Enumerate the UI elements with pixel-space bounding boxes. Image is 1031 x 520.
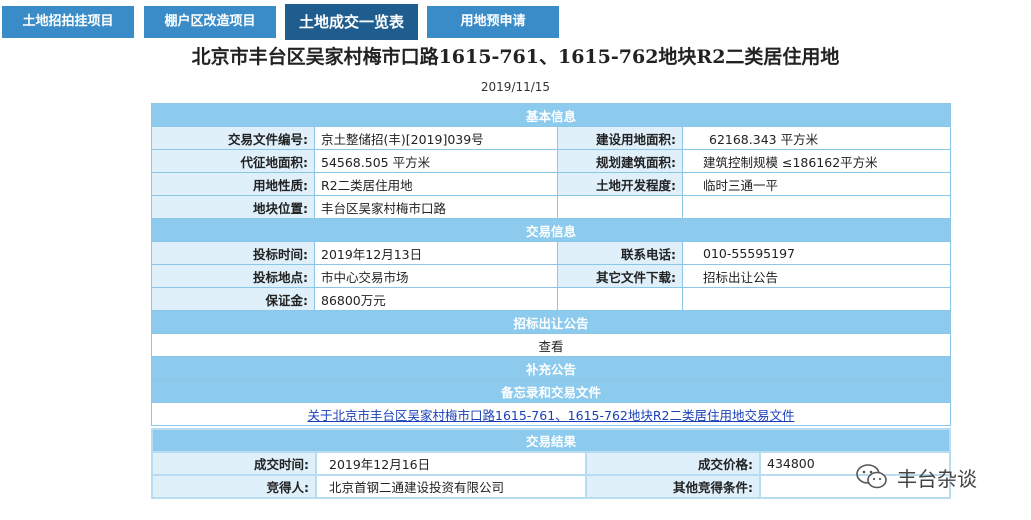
deposit-label: 保证金: xyxy=(151,287,315,311)
location-label: 地块位置: xyxy=(151,195,315,219)
section-memo-header: 备忘录和交易文件 xyxy=(151,379,951,403)
phone-label: 联系电话: xyxy=(557,241,683,265)
requisition-value: 54568.505 平方米 xyxy=(314,149,558,173)
winner-value: 北京首钢二通建设投资有限公司 xyxy=(315,474,587,499)
winner-label: 竞得人: xyxy=(151,474,317,499)
requisition-label: 代征地面积: xyxy=(151,149,315,173)
land-nature-label: 用地性质: xyxy=(151,172,315,196)
section-notice-header: 招标出让公告 xyxy=(151,310,951,334)
tab-land-deals[interactable]: 土地成交一览表 xyxy=(285,4,418,40)
download-link[interactable]: 招标出让公告 xyxy=(682,264,951,288)
tab-land-auction[interactable]: 土地招拍挂项目 xyxy=(2,6,134,38)
publish-date: 2019/11/15 xyxy=(480,80,551,94)
result-table: 交易结果 成交时间: 2019年12月16日 成交价格: 434800 竞得人:… xyxy=(151,428,951,499)
empty-cell xyxy=(682,287,951,311)
deal-price-label: 成交价格: xyxy=(585,451,761,476)
download-label: 其它文件下载: xyxy=(557,264,683,288)
doc-no-label: 交易文件编号: xyxy=(151,126,315,150)
land-nature-value: R2二类居住用地 xyxy=(314,172,558,196)
build-area-value: 62168.343 平方米 xyxy=(682,126,951,150)
dev-level-label: 土地开发程度: xyxy=(557,172,683,196)
memo-document-link[interactable]: 关于北京市丰台区吴家村梅市口路1615-761、1615-762地块R2二类居住… xyxy=(307,408,794,423)
build-area-label: 建设用地面积: xyxy=(557,126,683,150)
tab-shantytown[interactable]: 棚户区改造项目 xyxy=(144,6,276,38)
deal-time-value: 2019年12月16日 xyxy=(315,451,587,476)
bid-place-value: 市中心交易市场 xyxy=(314,264,558,288)
view-notice-link[interactable]: 查看 xyxy=(151,333,951,357)
bid-time-label: 投标时间: xyxy=(151,241,315,265)
tab-land-pre-application[interactable]: 用地预申请 xyxy=(427,6,559,38)
page-title: 北京市丰台区吴家村梅市口路1615-761、1615-762地块R2二类居住用地 xyxy=(191,46,840,68)
doc-no-value: 京土整储招(丰)[2019]039号 xyxy=(314,126,558,150)
section-basic-header: 基本信息 xyxy=(151,103,951,127)
info-table: 基本信息 交易文件编号: 京土整储招(丰)[2019]039号 建设用地面积: … xyxy=(151,103,951,426)
plan-area-label: 规划建筑面积: xyxy=(557,149,683,173)
location-value: 丰台区吴家村梅市口路 xyxy=(314,195,558,219)
tab-bar: 土地招拍挂项目 棚户区改造项目 土地成交一览表 用地预申请 xyxy=(0,4,1031,40)
deposit-value: 86800万元 xyxy=(314,287,558,311)
bid-place-label: 投标地点: xyxy=(151,264,315,288)
dev-level-value: 临时三通一平 xyxy=(682,172,951,196)
section-result-header: 交易结果 xyxy=(151,428,951,453)
section-trade-header: 交易信息 xyxy=(151,218,951,242)
plan-area-value: 建筑控制规模 ≤186162平方米 xyxy=(682,149,951,173)
empty-cell xyxy=(557,195,683,219)
empty-cell xyxy=(682,195,951,219)
section-supplement-header: 补充公告 xyxy=(151,356,951,380)
other-conditions-label: 其他竞得条件: xyxy=(585,474,761,499)
deal-time-label: 成交时间: xyxy=(151,451,317,476)
phone-value: 010-55595197 xyxy=(682,241,951,265)
wechat-icon xyxy=(856,464,887,489)
bid-time-value: 2019年12月13日 xyxy=(314,241,558,265)
watermark: 丰台杂谈 xyxy=(855,460,1025,494)
empty-cell xyxy=(557,287,683,311)
watermark-text: 丰台杂谈 xyxy=(897,466,977,491)
